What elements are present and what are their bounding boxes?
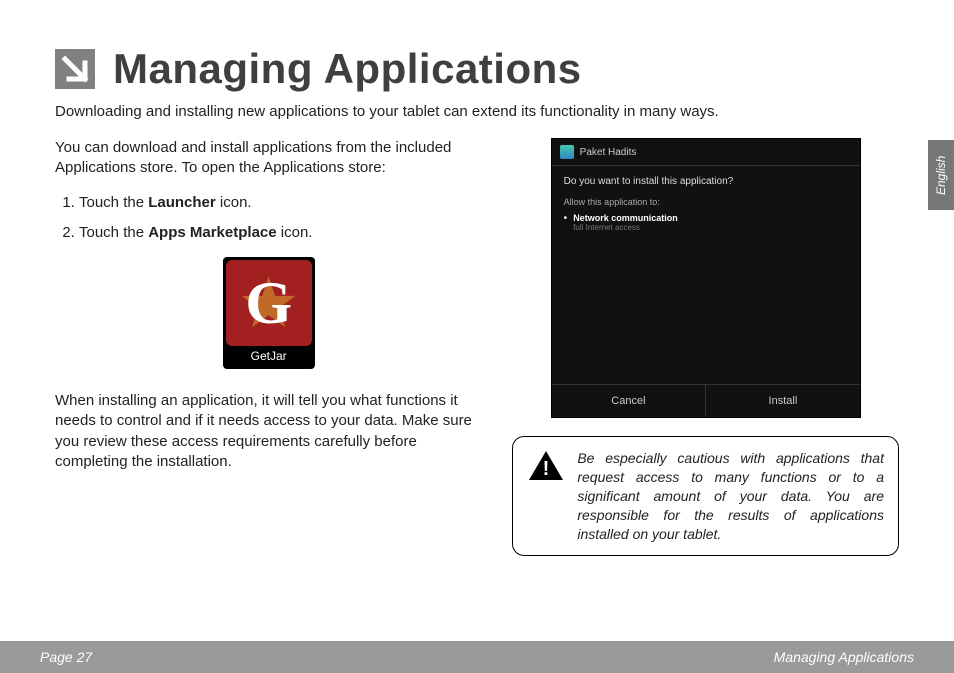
permission-sub: full Internet access [573, 223, 678, 232]
language-tab[interactable]: English [928, 140, 954, 210]
page-footer: Page 27 Managing Applications [0, 641, 954, 673]
arrow-down-right-icon [55, 49, 95, 89]
permission-title: Network communication [573, 213, 678, 223]
getjar-app-icon: ★ G GetJar [223, 257, 315, 369]
install-note: When installing an application, it will … [55, 391, 482, 472]
app-icon [560, 145, 574, 159]
page-title: Managing Applications [113, 45, 582, 93]
install-dialog-screenshot: Paket Hadits Do you want to install this… [551, 138, 861, 418]
bullet-icon: • [564, 213, 568, 224]
caution-box: ! Be especially cautious with applicatio… [512, 436, 899, 556]
g-letter: G [245, 263, 292, 344]
caution-text: Be especially cautious with applications… [577, 449, 884, 543]
page-number: Page 27 [40, 649, 92, 665]
lead-paragraph: You can download and install application… [55, 138, 482, 179]
warning-icon: ! [527, 449, 565, 483]
step-2: Touch the Apps Marketplace icon. [79, 223, 482, 243]
intro-text: Downloading and installing new applicati… [55, 103, 899, 120]
install-question: Do you want to install this application? [564, 176, 848, 187]
cancel-button[interactable]: Cancel [552, 385, 707, 417]
install-button[interactable]: Install [706, 385, 860, 417]
app-name: Paket Hadits [580, 147, 637, 158]
footer-section: Managing Applications [774, 649, 914, 665]
step-1: Touch the Launcher icon. [79, 193, 482, 213]
allow-label: Allow this application to: [564, 197, 848, 207]
svg-text:!: ! [543, 458, 550, 480]
